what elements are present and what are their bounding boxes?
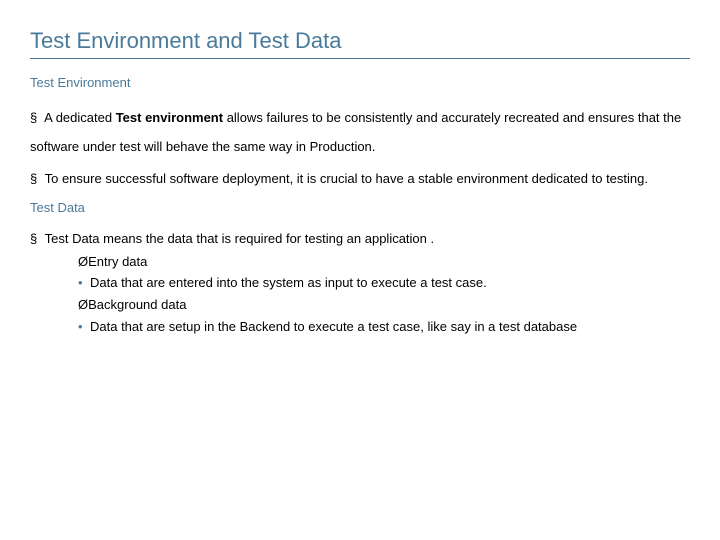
sub-b: Data that are entered into the system as… — [90, 275, 487, 290]
list-item: Data that are setup in the Backend to ex… — [78, 317, 690, 338]
arrow-bullet-icon — [78, 297, 88, 312]
env-para-2: To ensure successful software deployment… — [30, 165, 690, 194]
square-bullet-icon — [30, 231, 41, 246]
list-item: Data that are entered into the system as… — [78, 273, 690, 294]
env-p2-text: To ensure successful software deployment… — [41, 171, 648, 186]
square-bullet-icon — [30, 110, 41, 125]
sub-c: Background data — [88, 297, 186, 312]
data-para-1: Test Data means the data that is require… — [30, 229, 690, 250]
list-item: Entry data — [78, 252, 690, 273]
list-item: Background data — [78, 295, 690, 316]
slide-title: Test Environment and Test Data — [30, 28, 690, 59]
env-para-1: A dedicated Test environment allows fail… — [30, 104, 690, 161]
sub-a: Entry data — [88, 254, 147, 269]
sub-d: Data that are setup in the Backend to ex… — [90, 319, 577, 334]
data-sublist: Entry data Data that are entered into th… — [30, 252, 690, 338]
data-p1-text: Test Data means the data that is require… — [41, 231, 434, 246]
arrow-bullet-icon — [78, 254, 88, 269]
section-heading-environment: Test Environment — [30, 75, 690, 90]
section-heading-data: Test Data — [30, 200, 690, 215]
env-p1-bold: Test environment — [116, 110, 223, 125]
env-p1-prefix: A dedicated — [41, 110, 115, 125]
square-bullet-icon — [30, 171, 41, 186]
